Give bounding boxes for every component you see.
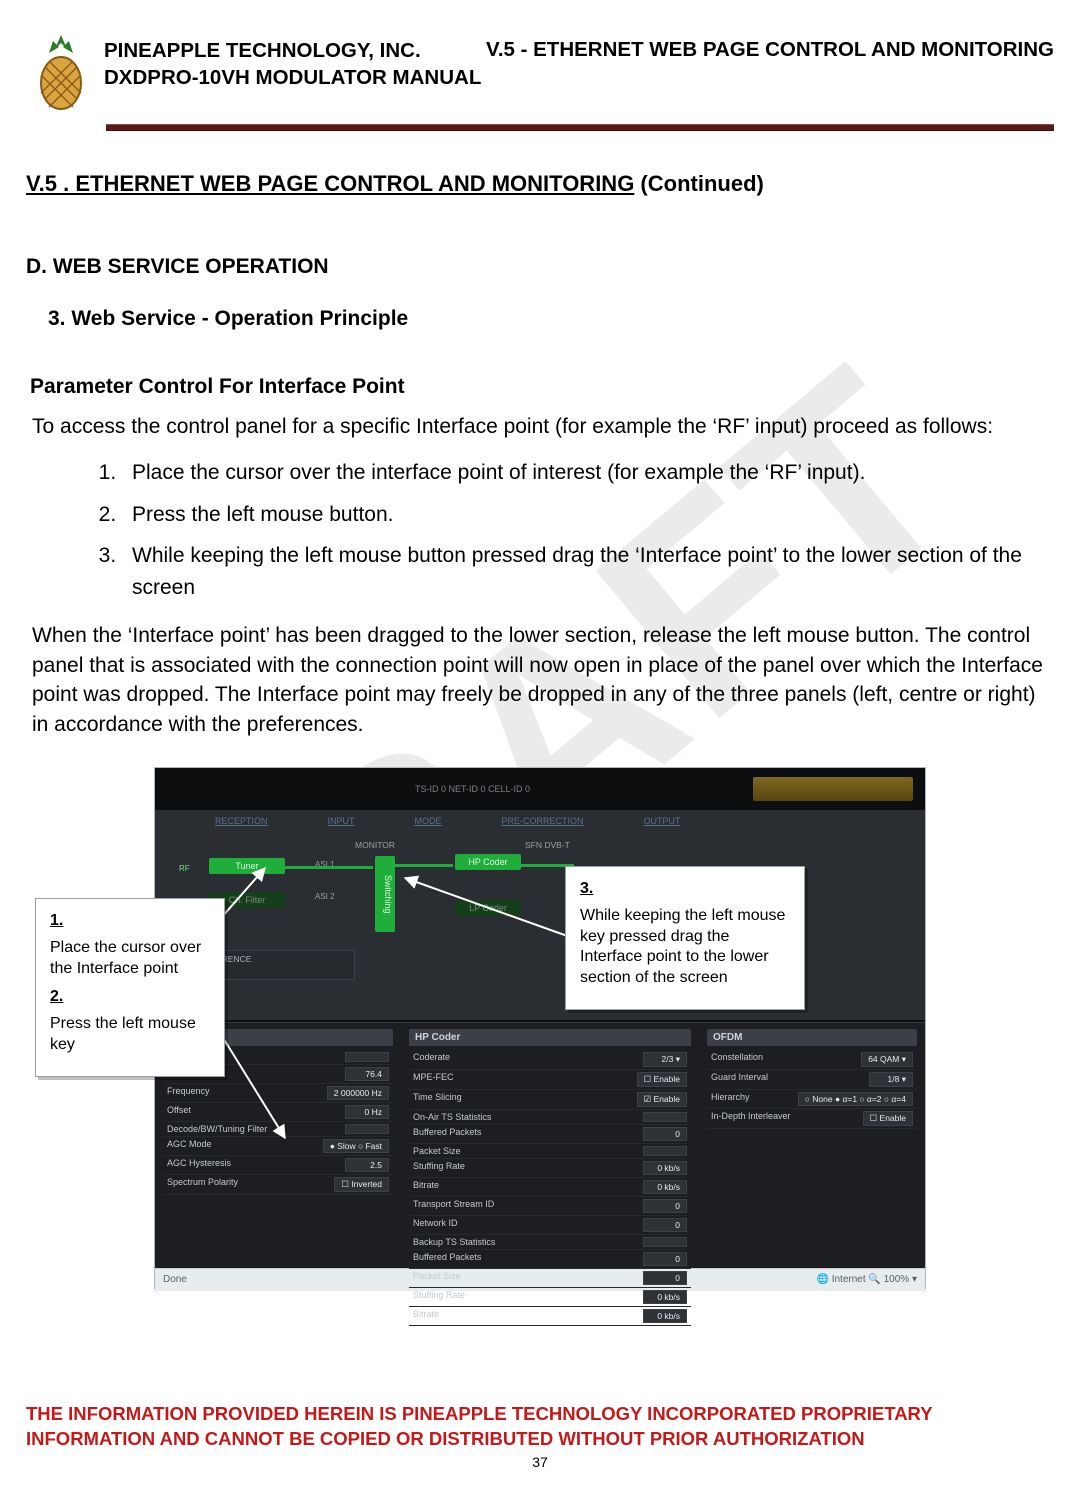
- node-switching[interactable]: Switching: [375, 856, 395, 932]
- screenshot-figure: TS-ID 0 NET-ID 0 CELL-ID 0 RECEPTION INP…: [154, 767, 926, 1289]
- panel-row: Backup TS Statistics: [409, 1235, 691, 1250]
- panel-row: Stuffing Rate0 kb/s: [409, 1159, 691, 1178]
- panel-row: Packet Size0: [409, 1269, 691, 1288]
- doc-section: V.5 - ETHERNET WEB PAGE CONTROL AND MONI…: [486, 38, 1054, 62]
- panel-row: Frequency2 000000 Hz: [163, 1084, 393, 1103]
- heading-3: 3. Web Service - Operation Principle: [48, 307, 1054, 331]
- panel-row: Coderate2/3 ▾: [409, 1050, 691, 1070]
- section-title: V.5 . ETHERNET WEB PAGE CONTROL AND MONI…: [26, 171, 1054, 197]
- panel-row: Hierarchy○ None ● α=1 ○ α=2 ○ α=4: [707, 1090, 917, 1109]
- callout-1-2: 1. Place the cursor over the Interface p…: [35, 898, 225, 1077]
- intro-paragraph: To access the control panel for a specif…: [32, 413, 1054, 441]
- panel-row: Transport Stream ID0: [409, 1197, 691, 1216]
- step-1: Place the cursor over the interface poin…: [122, 457, 1034, 489]
- panel-row: Guard Interval1/8 ▾: [707, 1070, 917, 1090]
- panel-row: Packet Size: [409, 1144, 691, 1159]
- status-done: Done: [163, 1274, 187, 1285]
- tab-input[interactable]: INPUT: [328, 816, 355, 832]
- asi2-label[interactable]: ASI 2: [315, 892, 335, 901]
- panel-row: Time Slicing☑ Enable: [409, 1090, 691, 1110]
- header-divider: [106, 124, 1054, 131]
- tab-mode[interactable]: MODE: [415, 816, 442, 832]
- panel-row: AGC Mode● Slow ○ Fast: [163, 1137, 393, 1156]
- tab-precorrection[interactable]: PRE-CORRECTION: [502, 816, 584, 832]
- panel-center-title: HP Coder: [409, 1029, 691, 1046]
- panel-row: Buffered Packets0: [409, 1125, 691, 1144]
- tab-reception[interactable]: RECEPTION: [215, 816, 268, 832]
- manual-name: DXDPRO-10VH MODULATOR MANUAL: [104, 65, 481, 92]
- panel-row: On-Air TS Statistics: [409, 1110, 691, 1125]
- panel-row: Constellation64 QAM ▾: [707, 1050, 917, 1070]
- panel-row: Stuffing Rate0 kb/s: [409, 1288, 691, 1307]
- monitor-label: MONITOR: [355, 840, 395, 850]
- pro-television-logo-icon: [753, 777, 913, 801]
- panel-row: Spectrum Polarity☐ Inverted: [163, 1175, 393, 1195]
- main-paragraph: When the ‘Interface point’ has been drag…: [32, 621, 1048, 739]
- pineapple-logo-icon: [26, 28, 96, 118]
- panel-row: Bitrate0 kb/s: [409, 1178, 691, 1197]
- panel-right-title: OFDM: [707, 1029, 917, 1046]
- status-ids: TS-ID 0 NET-ID 0 CELL-ID 0: [155, 784, 753, 794]
- panel-center: HP Coder Coderate2/3 ▾MPE-FEC☐ EnableTim…: [401, 1022, 699, 1268]
- status-right: 🌐 Internet 🔍 100% ▾: [816, 1274, 917, 1285]
- sfn-label: SFN DVB-T: [525, 840, 570, 850]
- footer-page-number: 37: [26, 1454, 1054, 1470]
- panel-row: AGC Hysteresis2.5: [163, 1156, 393, 1175]
- node-lpcoder[interactable]: LP Coder: [455, 900, 521, 916]
- panel-row: Offset0 Hz: [163, 1103, 393, 1122]
- panel-row: Network ID0: [409, 1216, 691, 1235]
- tab-output[interactable]: OUTPUT: [644, 816, 681, 832]
- footer-proprietary: THE INFORMATION PROVIDED HEREIN IS PINEA…: [26, 1402, 1054, 1452]
- panel-row: Decode/BW/Tuning Filter: [163, 1122, 393, 1137]
- panel-right: OFDM Constellation64 QAM ▾Guard Interval…: [699, 1022, 925, 1268]
- numbered-steps: Place the cursor over the interface poin…: [26, 457, 1054, 603]
- step-2: Press the left mouse button.: [122, 499, 1034, 531]
- header: PINEAPPLE TECHNOLOGY, INC. DXDPRO-10VH M…: [26, 28, 1054, 118]
- panel-row: Buffered Packets0: [409, 1250, 691, 1269]
- heading-d: D. WEB SERVICE OPERATION: [26, 255, 1054, 279]
- panel-row: Bitrate0 kb/s: [409, 1307, 691, 1326]
- panel-row: MPE-FEC☐ Enable: [409, 1070, 691, 1090]
- company-name: PINEAPPLE TECHNOLOGY, INC.: [104, 38, 481, 65]
- heading-parameter-control: Parameter Control For Interface Point: [30, 375, 1054, 399]
- panel-row: In-Depth Interleaver☐ Enable: [707, 1109, 917, 1129]
- node-hpcoder[interactable]: HP Coder: [455, 854, 521, 870]
- step-3: While keeping the left mouse button pres…: [122, 540, 1034, 603]
- callout-3: 3. While keeping the left mouse key pres…: [565, 866, 805, 1010]
- rf-label[interactable]: RF: [179, 864, 190, 873]
